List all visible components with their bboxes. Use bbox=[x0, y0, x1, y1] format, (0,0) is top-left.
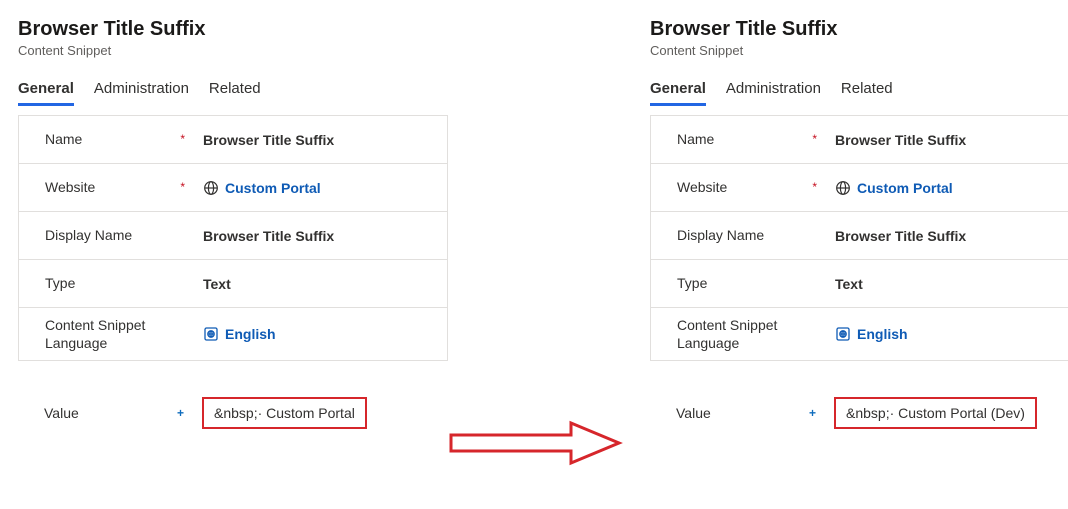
arrow-icon bbox=[445, 418, 625, 471]
field-row-display-name: Display Name Browser Title Suffix bbox=[19, 212, 447, 260]
label-text: Website bbox=[677, 179, 727, 195]
field-label-language: Content Snippet Language bbox=[45, 316, 195, 352]
field-row-type: Type Text bbox=[651, 260, 1068, 308]
field-value-display-name[interactable]: Browser Title Suffix bbox=[195, 228, 429, 244]
field-label-website: Website * bbox=[677, 178, 827, 196]
form-general: Name * Browser Title Suffix Website * Cu… bbox=[650, 115, 1068, 361]
page-title: Browser Title Suffix bbox=[650, 18, 1068, 41]
field-row-name: Name * Browser Title Suffix bbox=[651, 116, 1068, 164]
lookup-text: English bbox=[857, 326, 908, 342]
tabs: General Administration Related bbox=[650, 74, 1068, 107]
field-row-website: Website * Custom Portal bbox=[19, 164, 447, 212]
field-row-language: Content Snippet Language English bbox=[19, 308, 447, 360]
required-mark: * bbox=[812, 132, 817, 148]
required-mark: * bbox=[180, 132, 185, 148]
highlighted-value: &nbsp;· Custom Portal (Dev) bbox=[834, 397, 1037, 429]
field-label-website: Website * bbox=[45, 178, 195, 196]
entity-type: Content Snippet bbox=[650, 43, 1068, 58]
field-row-type: Type Text bbox=[19, 260, 447, 308]
field-value-type[interactable]: Text bbox=[195, 276, 429, 292]
field-label-type: Type bbox=[677, 274, 827, 292]
field-value-type[interactable]: Text bbox=[827, 276, 1061, 292]
required-mark: * bbox=[812, 180, 817, 196]
label-text: Website bbox=[45, 179, 95, 195]
language-icon bbox=[835, 326, 851, 342]
field-label-display-name: Display Name bbox=[45, 226, 195, 244]
field-value-website[interactable]: Custom Portal bbox=[827, 180, 1061, 196]
field-value-name[interactable]: Browser Title Suffix bbox=[827, 132, 1061, 148]
field-row-website: Website * Custom Portal bbox=[651, 164, 1068, 212]
field-label-language: Content Snippet Language bbox=[677, 316, 827, 352]
field-value-value[interactable]: &nbsp;· Custom Portal bbox=[194, 397, 430, 429]
label-text: Name bbox=[677, 131, 714, 147]
field-value-language[interactable]: English bbox=[195, 326, 429, 342]
add-icon: + bbox=[809, 406, 816, 422]
required-mark: * bbox=[180, 180, 185, 196]
field-value-website[interactable]: Custom Portal bbox=[195, 180, 429, 196]
tab-general[interactable]: General bbox=[18, 74, 74, 106]
globe-icon bbox=[835, 180, 851, 196]
field-row-value: Value + &nbsp;· Custom Portal bbox=[18, 389, 448, 437]
field-row-value: Value + &nbsp;· Custom Portal (Dev) bbox=[650, 389, 1068, 437]
entity-type: Content Snippet bbox=[18, 43, 448, 58]
add-icon: + bbox=[177, 406, 184, 422]
field-value-value[interactable]: &nbsp;· Custom Portal (Dev) bbox=[826, 397, 1062, 429]
field-value-display-name[interactable]: Browser Title Suffix bbox=[827, 228, 1061, 244]
label-text: Value bbox=[676, 405, 711, 421]
tab-related[interactable]: Related bbox=[841, 74, 893, 106]
tab-administration[interactable]: Administration bbox=[94, 74, 189, 106]
tabs: General Administration Related bbox=[18, 74, 448, 107]
field-value-name[interactable]: Browser Title Suffix bbox=[195, 132, 429, 148]
language-icon bbox=[203, 326, 219, 342]
panel-right: Browser Title Suffix Content Snippet Gen… bbox=[650, 18, 1068, 437]
label-text: Name bbox=[45, 131, 82, 147]
field-value-language[interactable]: English bbox=[827, 326, 1061, 342]
tab-general[interactable]: General bbox=[650, 74, 706, 106]
lookup-text: English bbox=[225, 326, 276, 342]
field-row-name: Name * Browser Title Suffix bbox=[19, 116, 447, 164]
tab-related[interactable]: Related bbox=[209, 74, 261, 106]
lookup-text: Custom Portal bbox=[225, 180, 321, 196]
form-general: Name * Browser Title Suffix Website * Cu… bbox=[18, 115, 448, 361]
field-label-value: Value + bbox=[44, 404, 194, 422]
field-label-value: Value + bbox=[676, 404, 826, 422]
globe-icon bbox=[203, 180, 219, 196]
tab-administration[interactable]: Administration bbox=[726, 74, 821, 106]
page-title: Browser Title Suffix bbox=[18, 18, 448, 41]
field-row-display-name: Display Name Browser Title Suffix bbox=[651, 212, 1068, 260]
label-text: Value bbox=[44, 405, 79, 421]
highlighted-value: &nbsp;· Custom Portal bbox=[202, 397, 367, 429]
field-label-name: Name * bbox=[677, 130, 827, 148]
panel-left: Browser Title Suffix Content Snippet Gen… bbox=[18, 18, 448, 437]
field-label-display-name: Display Name bbox=[677, 226, 827, 244]
field-row-language: Content Snippet Language English bbox=[651, 308, 1068, 360]
field-label-type: Type bbox=[45, 274, 195, 292]
field-label-name: Name * bbox=[45, 130, 195, 148]
lookup-text: Custom Portal bbox=[857, 180, 953, 196]
